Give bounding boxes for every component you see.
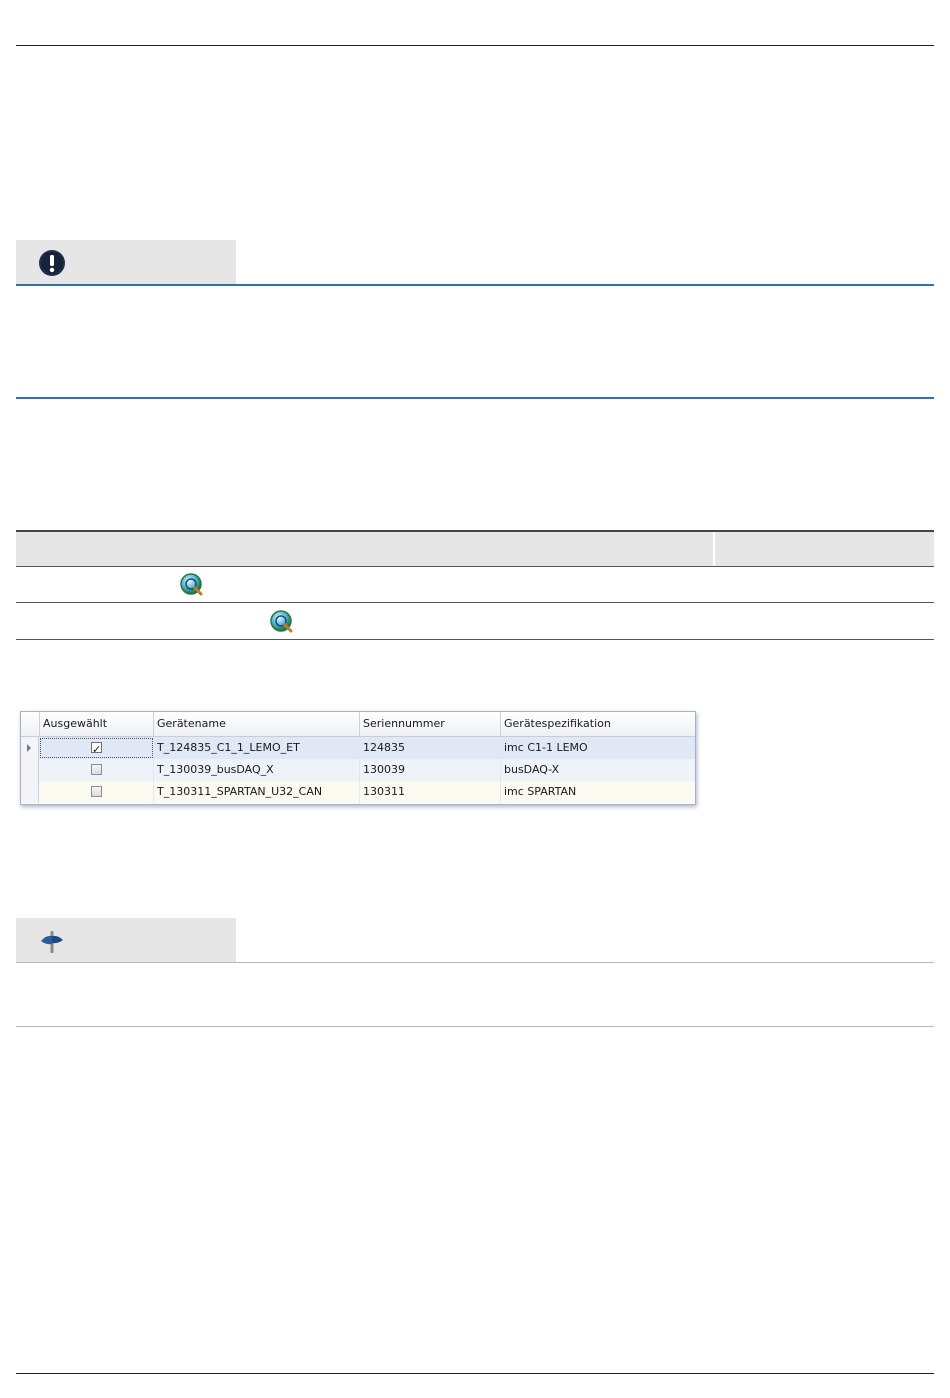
- magnifier-icon[interactable]: [180, 573, 204, 597]
- important-callout-tab: [16, 240, 236, 284]
- table-row[interactable]: T_130311_SPARTAN_U32_CAN 130311 imc SPAR…: [21, 781, 695, 803]
- device-grid-header: Ausgewählt Gerätename Seriennummer Gerät…: [21, 712, 695, 737]
- serial-cell[interactable]: 130311: [360, 781, 501, 803]
- row-selector[interactable]: [21, 759, 39, 781]
- row-selector[interactable]: [21, 737, 39, 759]
- serial-cell[interactable]: 124835: [360, 737, 501, 759]
- page-header-rule: [16, 45, 934, 46]
- device-grid: Ausgewählt Gerätename Seriennummer Gerät…: [20, 711, 696, 805]
- magnifier-icon[interactable]: [270, 610, 294, 634]
- row-selector[interactable]: [21, 781, 39, 803]
- important-callout-bottom-rule: [16, 397, 934, 399]
- checkbox-icon[interactable]: [91, 764, 102, 775]
- selected-cell[interactable]: [40, 781, 154, 803]
- checkbox-icon[interactable]: [91, 739, 102, 761]
- row-pointer-icon: [27, 744, 31, 752]
- tip-callout-bottom-rule: [16, 1026, 934, 1027]
- table-header-rule: [16, 566, 934, 567]
- tip-callout-tab: [16, 918, 236, 962]
- table-header-divider: [713, 532, 715, 566]
- selected-cell[interactable]: [40, 759, 154, 781]
- table-row[interactable]: T_124835_C1_1_LEMO_ET 124835 imc C1-1 LE…: [21, 737, 695, 761]
- table-row-rule: [16, 602, 934, 603]
- page-footer-rule: [16, 1373, 934, 1374]
- spec-cell[interactable]: busDAQ-X: [501, 759, 695, 781]
- table-row[interactable]: T_130039_busDAQ_X 130039 busDAQ-X: [21, 759, 695, 781]
- tip-callout-top-rule: [16, 962, 934, 963]
- column-header-selected[interactable]: Ausgewählt: [40, 712, 154, 736]
- column-header-device-name[interactable]: Gerätename: [154, 712, 360, 736]
- table-header: [16, 532, 934, 566]
- serial-cell[interactable]: 130039: [360, 759, 501, 781]
- important-callout-top-rule: [16, 284, 934, 286]
- important-icon: [39, 250, 65, 276]
- column-header-spec[interactable]: Gerätespezifikation: [501, 712, 695, 736]
- checkbox-icon[interactable]: [91, 786, 102, 797]
- device-name-cell[interactable]: T_124835_C1_1_LEMO_ET: [154, 737, 360, 759]
- column-header-serial[interactable]: Seriennummer: [360, 712, 501, 736]
- table-bottom-rule: [16, 639, 934, 640]
- selected-cell[interactable]: [40, 737, 154, 761]
- spec-cell[interactable]: imc C1-1 LEMO: [501, 737, 695, 759]
- device-name-cell[interactable]: T_130039_busDAQ_X: [154, 759, 360, 781]
- device-name-cell[interactable]: T_130311_SPARTAN_U32_CAN: [154, 781, 360, 803]
- signpost-icon: [41, 931, 63, 953]
- spec-cell[interactable]: imc SPARTAN: [501, 781, 695, 803]
- grid-corner: [21, 712, 40, 736]
